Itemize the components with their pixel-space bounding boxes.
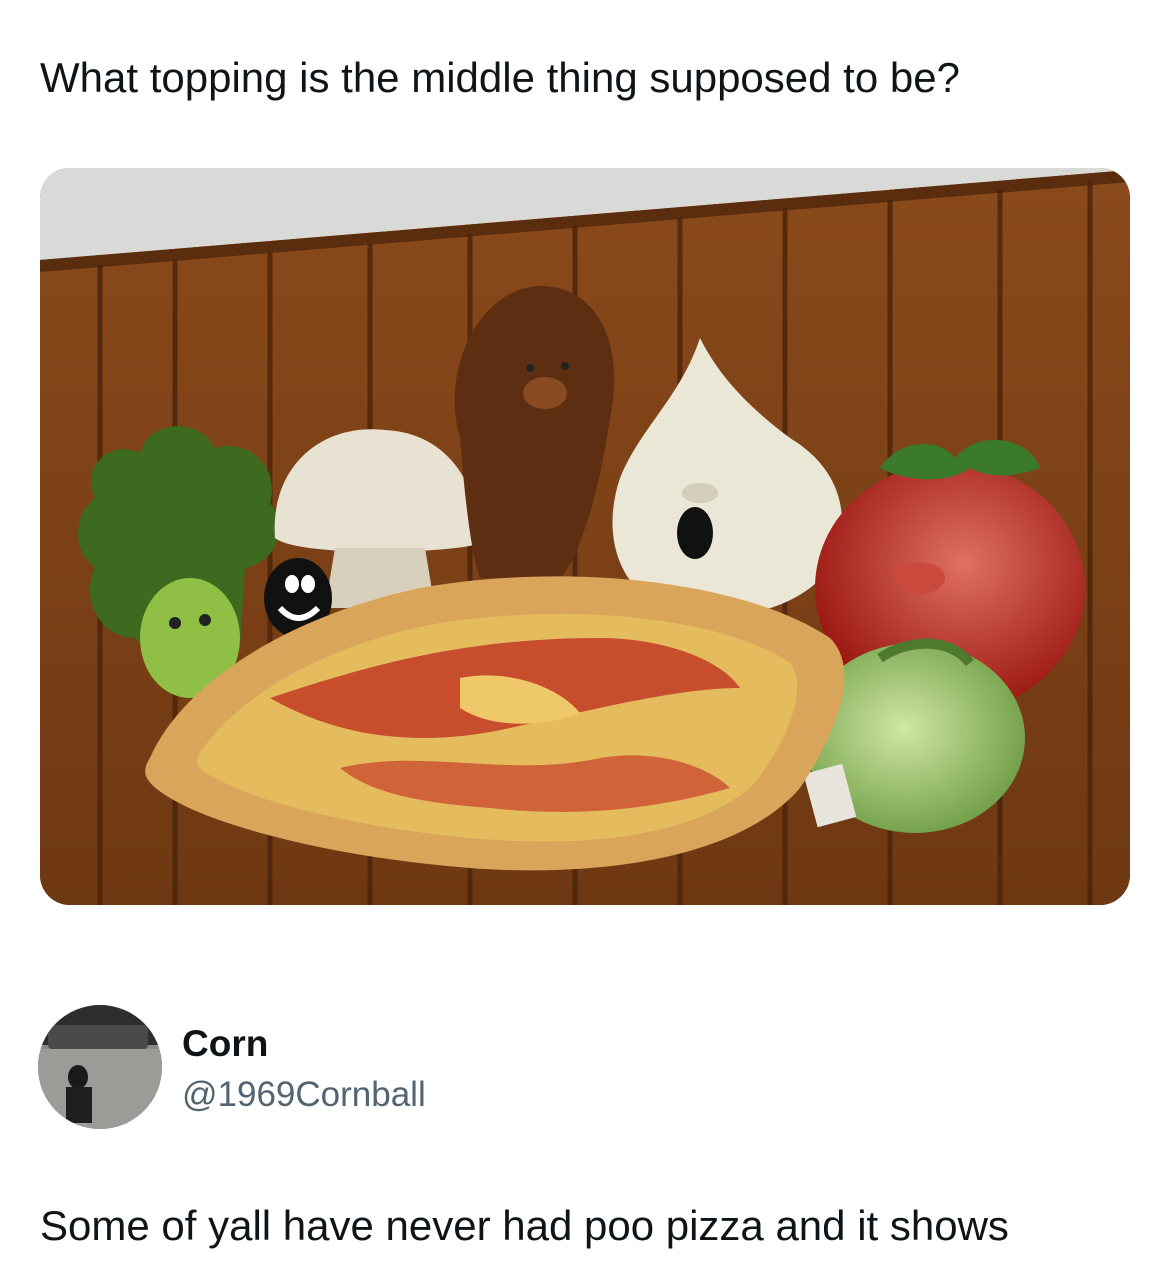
avatar-photo xyxy=(38,1005,162,1129)
author-display-name[interactable]: Corn xyxy=(182,1023,268,1065)
author-handle[interactable]: @1969Cornball xyxy=(182,1075,426,1115)
profile-photo-avatar[interactable] xyxy=(38,1005,162,1129)
pizza-vegetable-mural-image xyxy=(40,168,1130,905)
post-caption: What topping is the middle thing suppose… xyxy=(40,54,960,101)
reply-text: Some of yall have never had poo pizza an… xyxy=(40,1202,1009,1249)
post-image[interactable] xyxy=(40,168,1130,905)
reply-author: Corn @1969Cornball xyxy=(38,1005,838,1133)
